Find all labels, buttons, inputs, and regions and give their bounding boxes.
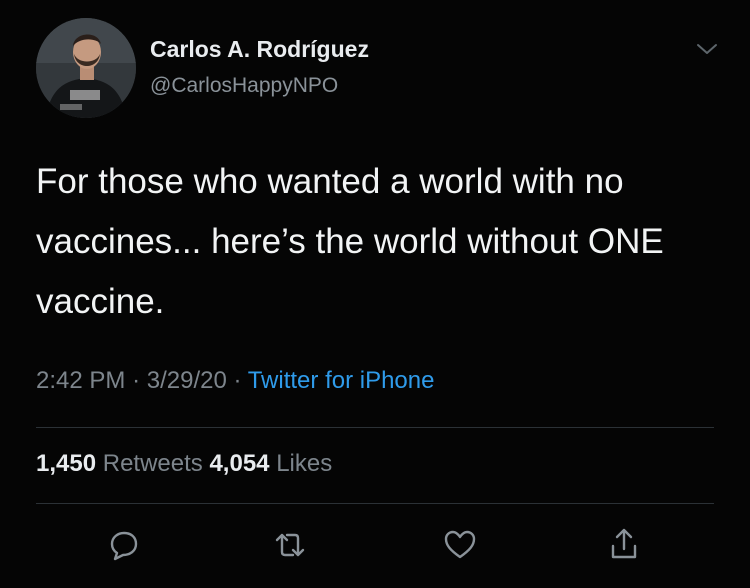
tweet-stats: 1,450 Retweets 4,054 Likes <box>36 450 332 478</box>
author-name[interactable]: Carlos A. Rodríguez <box>150 36 369 63</box>
divider <box>36 427 714 428</box>
tweet-time: 2:42 PM <box>36 367 126 394</box>
chevron-down-icon[interactable] <box>694 40 720 58</box>
author-handle[interactable]: @CarlosHappyNPO <box>150 74 338 98</box>
avatar-image <box>36 18 136 118</box>
tweet-card: Carlos A. Rodríguez @CarlosHappyNPO For … <box>0 0 750 588</box>
retweet-icon[interactable] <box>270 525 310 565</box>
share-icon[interactable] <box>604 525 644 565</box>
divider <box>36 503 714 504</box>
tweet-source-link[interactable]: Twitter for iPhone <box>248 367 435 394</box>
tweet-date: 3/29/20 <box>146 367 227 394</box>
like-count[interactable]: 4,054 <box>209 450 269 477</box>
retweet-label[interactable]: Retweets <box>103 450 203 477</box>
retweet-count[interactable]: 1,450 <box>36 450 96 477</box>
heart-icon[interactable] <box>440 525 480 565</box>
like-label[interactable]: Likes <box>276 450 332 477</box>
meta-separator: · <box>233 367 242 394</box>
tweet-meta: 2:42 PM · 3/29/20 · Twitter for iPhone <box>36 367 434 395</box>
tweet-text: For those who wanted a world with no vac… <box>36 162 664 321</box>
meta-separator: · <box>132 367 141 394</box>
reply-icon[interactable] <box>104 525 144 565</box>
avatar[interactable] <box>36 18 136 118</box>
